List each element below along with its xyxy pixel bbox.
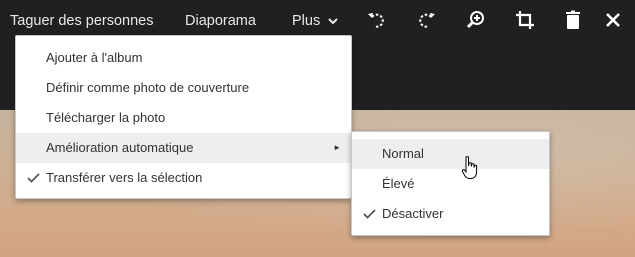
- submenu-item-normal[interactable]: Normal: [352, 139, 549, 169]
- trash-icon[interactable]: [561, 8, 585, 32]
- menu-item-label: Télécharger la photo: [46, 110, 166, 125]
- menu-item-add-to-album[interactable]: Ajouter à l'album: [16, 43, 351, 73]
- menu-item-label: Amélioration automatique: [46, 140, 194, 155]
- rotate-right-icon[interactable]: [414, 8, 438, 32]
- submenu-item-label: Élevé: [382, 176, 415, 191]
- menu-item-label: Transférer vers la sélection: [46, 170, 203, 185]
- menu-item-download-photo[interactable]: Télécharger la photo: [16, 103, 351, 133]
- more-dropdown-menu: Ajouter à l'album Définir comme photo de…: [15, 35, 352, 199]
- zoom-in-icon[interactable]: [464, 8, 488, 32]
- menu-item-label: Définir comme photo de couverture: [46, 80, 250, 95]
- crop-icon[interactable]: [513, 8, 537, 32]
- slideshow-button[interactable]: Diaporama: [185, 11, 256, 31]
- tag-people-button[interactable]: Taguer des personnes: [10, 11, 154, 31]
- submenu-item-high[interactable]: Élevé: [352, 169, 549, 199]
- more-menu-button[interactable]: Plus: [292, 11, 338, 31]
- checkmark-icon: [26, 163, 40, 193]
- submenu-arrow-icon: ►: [333, 143, 341, 152]
- menu-item-transfer-to-selection[interactable]: Transférer vers la sélection: [16, 163, 351, 193]
- submenu-item-disable[interactable]: Désactiver: [352, 199, 549, 229]
- submenu-item-label: Normal: [382, 146, 424, 161]
- submenu-item-label: Désactiver: [382, 206, 444, 221]
- hand-pointer-icon: [461, 155, 479, 181]
- menu-item-set-cover-photo[interactable]: Définir comme photo de couverture: [16, 73, 351, 103]
- more-label: Plus: [292, 13, 321, 29]
- auto-enhance-submenu: Normal Élevé Désactiver: [351, 131, 550, 236]
- chevron-down-icon: [328, 11, 338, 31]
- checkmark-icon: [362, 199, 376, 229]
- menu-item-auto-enhance[interactable]: Amélioration automatique ►: [16, 133, 351, 163]
- rotate-left-icon[interactable]: [365, 8, 389, 32]
- close-icon[interactable]: [601, 8, 625, 32]
- menu-item-label: Ajouter à l'album: [46, 50, 143, 65]
